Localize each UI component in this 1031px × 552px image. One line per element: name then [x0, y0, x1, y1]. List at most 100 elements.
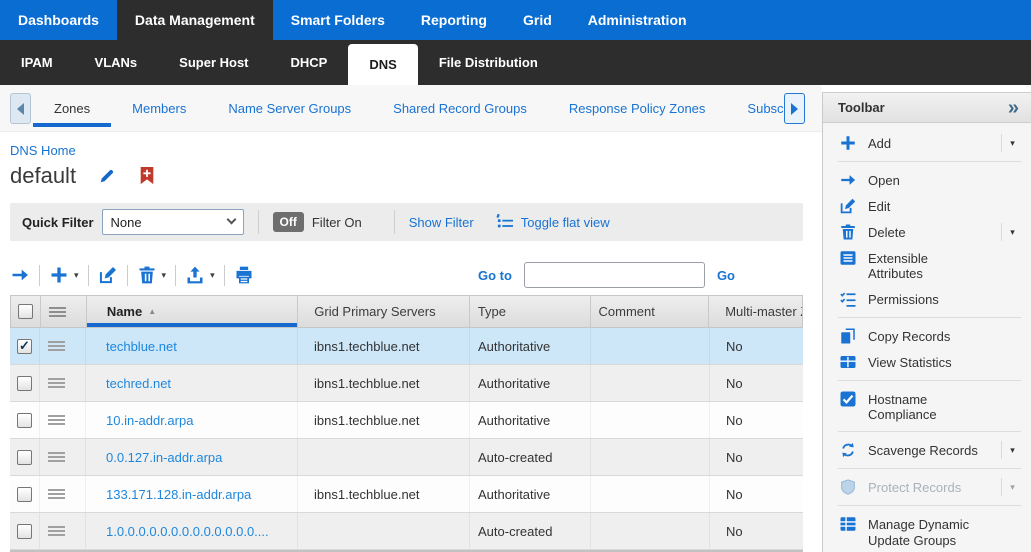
tab-name-server-groups[interactable]: Name Server Groups [207, 93, 372, 127]
column-header-name[interactable]: Name▲ [87, 296, 298, 327]
subnav-super-host[interactable]: Super Host [158, 40, 269, 85]
header-menu-icon[interactable] [49, 305, 66, 319]
column-header-grid-primary[interactable]: Grid Primary Servers [298, 296, 470, 327]
tab-scroll-right-button[interactable] [784, 93, 805, 124]
toggle-flat-view-link[interactable]: Toggle flat view [521, 215, 610, 230]
row-checkbox[interactable] [17, 487, 32, 502]
tab-shared-record-groups[interactable]: Shared Record Groups [372, 93, 548, 127]
table-row[interactable]: techred.net ibns1.techblue.net Authorita… [10, 365, 803, 402]
print-button[interactable] [234, 265, 254, 285]
filter-off-toggle[interactable]: Off [273, 212, 304, 232]
row-menu-icon[interactable] [48, 376, 65, 390]
nav-smart-folders[interactable]: Smart Folders [273, 0, 403, 40]
subnav-ipam[interactable]: IPAM [0, 40, 74, 85]
caret-down-icon[interactable]: ▾ [162, 270, 167, 281]
toolbar-scavenge-records-button[interactable]: Scavenge Records ▾ [823, 437, 1031, 463]
row-menu-icon[interactable] [48, 487, 65, 501]
export-button[interactable]: ▾ [185, 265, 215, 285]
table-row[interactable]: 133.171.128.in-addr.arpa ibns1.techblue.… [10, 476, 803, 513]
cell-type: Auto-created [470, 439, 591, 475]
table-row[interactable]: 1.0.0.0.0.0.0.0.0.0.0.0.0.0.... Auto-cre… [10, 513, 803, 550]
toolbar-manage-dynamic-update-groups-button[interactable]: Manage Dynamic Update Groups [823, 511, 1031, 552]
delete-button[interactable]: ▾ [137, 265, 167, 285]
column-header-comment[interactable]: Comment [591, 296, 710, 327]
zone-link[interactable]: 133.171.128.in-addr.arpa [106, 487, 251, 502]
row-menu-icon[interactable] [48, 450, 65, 464]
toolbar-add-button[interactable]: Add ▾ [823, 130, 1031, 156]
subnav-dns[interactable]: DNS [348, 44, 417, 85]
show-filter-link[interactable]: Show Filter [409, 215, 474, 230]
cell-multi-master: No [710, 476, 803, 512]
caret-down-icon[interactable]: ▾ [210, 270, 215, 281]
row-checkbox[interactable] [17, 524, 32, 539]
printer-icon [234, 265, 254, 285]
cell-multi-master: No [710, 439, 803, 475]
add-button[interactable]: ▾ [49, 265, 79, 285]
copy-icon [838, 327, 858, 345]
cell-grid-primary: ibns1.techblue.net [298, 402, 470, 438]
open-arrow-icon [10, 265, 30, 285]
table-row[interactable]: 10.in-addr.arpa ibns1.techblue.net Autho… [10, 402, 803, 439]
subnav-file-distribution[interactable]: File Distribution [418, 40, 559, 85]
row-menu-icon[interactable] [48, 524, 65, 538]
bookmark-icon[interactable] [138, 167, 156, 185]
row-checkbox[interactable] [17, 339, 32, 354]
breadcrumb-dns-home[interactable]: DNS Home [10, 143, 76, 158]
toolbar-open-button[interactable]: Open [823, 167, 1031, 193]
toolbar-extensible-attributes-button[interactable]: Extensible Attributes [823, 245, 1031, 286]
nav-dashboards[interactable]: Dashboards [0, 0, 117, 40]
select-all-checkbox[interactable] [18, 304, 33, 319]
subnav-dhcp[interactable]: DHCP [270, 40, 349, 85]
tab-members[interactable]: Members [111, 93, 207, 127]
cell-comment [591, 513, 710, 549]
toolbar-hostname-compliance-button[interactable]: Hostname Compliance [823, 386, 1031, 427]
update-groups-grid-icon [838, 515, 858, 533]
caret-down-icon[interactable]: ▾ [1001, 134, 1023, 152]
add-icon [838, 134, 858, 152]
cell-multi-master: No [710, 513, 803, 549]
nav-grid[interactable]: Grid [505, 0, 570, 40]
tab-scroll-left-button[interactable] [10, 93, 31, 124]
toolbar-edit-button[interactable]: Edit [823, 193, 1031, 219]
column-header-multi-master[interactable]: Multi-master Zones [709, 296, 802, 327]
caret-down-icon[interactable]: ▾ [1001, 223, 1023, 241]
row-menu-icon[interactable] [48, 413, 65, 427]
caret-down-icon[interactable]: ▾ [74, 270, 79, 281]
zone-link[interactable]: techred.net [106, 376, 171, 391]
go-button[interactable]: Go [717, 268, 735, 283]
collapse-panel-icon[interactable]: » [1008, 98, 1019, 118]
toolbar-protect-records-button: Protect Records ▾ [823, 474, 1031, 500]
zone-link[interactable]: 0.0.127.in-addr.arpa [106, 450, 222, 465]
quick-filter-select[interactable]: None [102, 209, 244, 235]
sort-asc-icon: ▲ [148, 307, 156, 316]
row-checkbox[interactable] [17, 413, 32, 428]
nav-administration[interactable]: Administration [570, 0, 705, 40]
tab-response-policy-zones[interactable]: Response Policy Zones [548, 93, 727, 127]
tab-subscriber-services[interactable]: Subscriber Services [726, 93, 784, 127]
zone-link[interactable]: techblue.net [106, 339, 177, 354]
table-row[interactable]: techblue.net ibns1.techblue.net Authorit… [10, 328, 803, 365]
toolbar-copy-records-button[interactable]: Copy Records [823, 323, 1031, 349]
open-selected-button[interactable] [10, 265, 30, 285]
row-checkbox[interactable] [17, 376, 32, 391]
row-checkbox[interactable] [17, 450, 32, 465]
subnav-vlans[interactable]: VLANs [74, 40, 159, 85]
filter-on-label: Filter On [312, 215, 362, 230]
row-menu-icon[interactable] [48, 339, 65, 353]
divider [394, 210, 395, 234]
zone-link[interactable]: 10.in-addr.arpa [106, 413, 193, 428]
edit-pencil-icon[interactable] [98, 167, 116, 185]
zone-link[interactable]: 1.0.0.0.0.0.0.0.0.0.0.0.0.0.... [106, 524, 269, 539]
toolbar-delete-button[interactable]: Delete ▾ [823, 219, 1031, 245]
tab-zones[interactable]: Zones [33, 93, 111, 127]
toolbar-permissions-button[interactable]: Permissions [823, 286, 1031, 312]
title-row: default [10, 163, 156, 189]
table-row[interactable]: 0.0.127.in-addr.arpa Auto-created No [10, 439, 803, 476]
column-header-type[interactable]: Type [470, 296, 591, 327]
caret-down-icon[interactable]: ▾ [1001, 441, 1023, 459]
nav-reporting[interactable]: Reporting [403, 0, 505, 40]
edit-button[interactable] [98, 265, 118, 285]
nav-data-management[interactable]: Data Management [117, 0, 273, 40]
toolbar-view-statistics-button[interactable]: View Statistics [823, 349, 1031, 375]
goto-input[interactable] [524, 262, 705, 288]
